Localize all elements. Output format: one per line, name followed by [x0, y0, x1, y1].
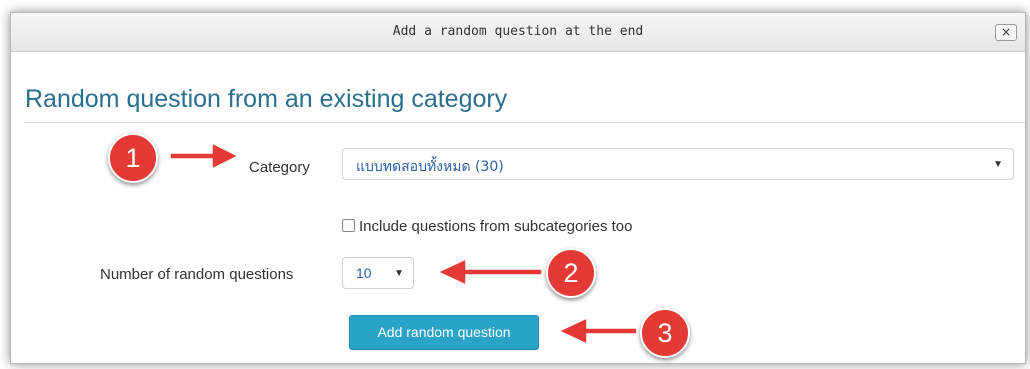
arrow-right-icon	[169, 141, 240, 171]
modal-dialog: Add a random question at the end × Rando…	[10, 12, 1026, 364]
include-subcategories-option[interactable]: Include questions from subcategories too	[342, 218, 633, 235]
annotation-marker-1: 1	[108, 133, 158, 183]
close-icon: ×	[1000, 25, 1012, 39]
divider	[25, 122, 1025, 123]
category-select[interactable]: แบบทดสอบทั้งหมด (30) ▼	[342, 148, 1014, 180]
annotation-marker-2: 2	[546, 248, 596, 298]
dialog-title: Add a random question at the end	[392, 24, 644, 39]
add-random-question-button[interactable]: Add random question	[349, 315, 539, 350]
arrow-left-icon	[436, 257, 543, 287]
dropdown-caret-icon: ▼	[394, 268, 404, 279]
number-selected-value: 10	[356, 265, 372, 281]
number-label: Number of random questions	[100, 266, 294, 283]
include-subcategories-checkbox[interactable]	[342, 219, 355, 232]
category-selected-value: แบบทดสอบทั้งหมด (30)	[356, 159, 504, 175]
form-heading: Random question from an existing categor…	[25, 85, 508, 113]
close-button[interactable]: ×	[995, 24, 1017, 41]
annotation-marker-3: 3	[640, 308, 690, 358]
number-select[interactable]: 10 ▼	[342, 257, 414, 289]
category-label: Category	[249, 159, 310, 176]
arrow-left-icon	[557, 316, 638, 346]
dropdown-caret-icon: ▼	[993, 159, 1003, 170]
include-subcategories-label: Include questions from subcategories too	[359, 218, 633, 235]
dialog-titlebar: Add a random question at the end ×	[11, 13, 1025, 52]
